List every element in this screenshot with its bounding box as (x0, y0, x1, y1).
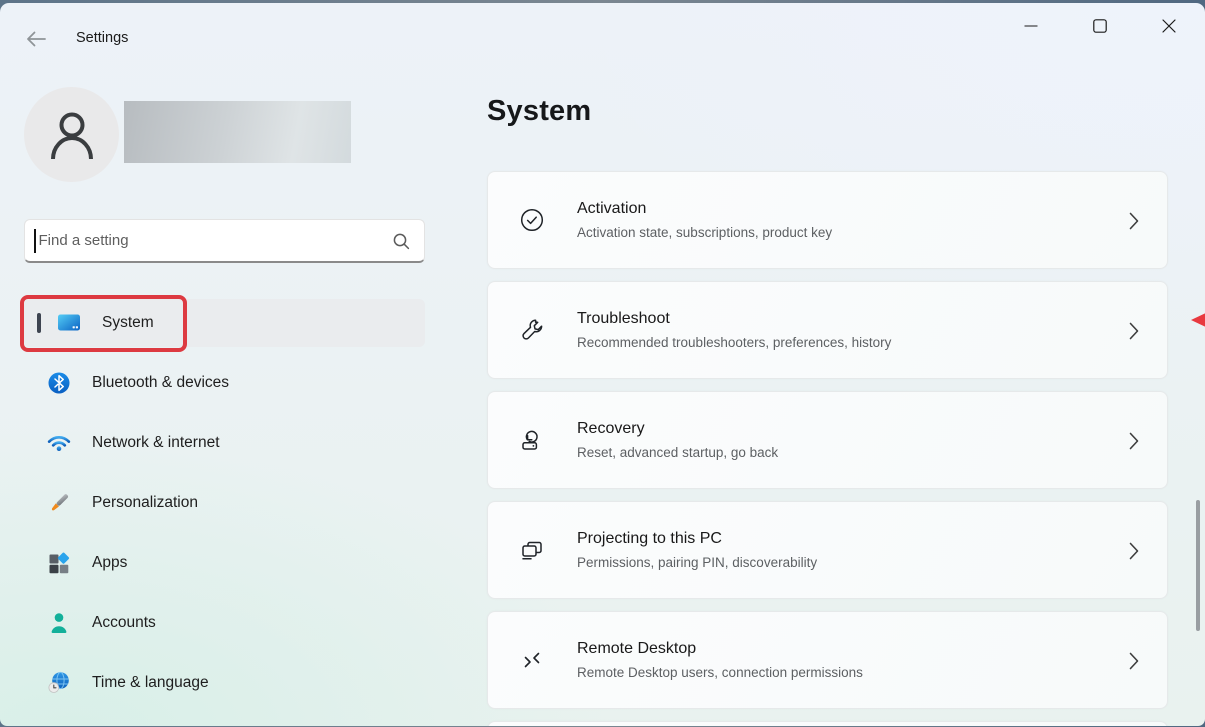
bluetooth-icon (46, 370, 72, 396)
vertical-scrollbar-thumb[interactable] (1196, 500, 1200, 631)
card-subtitle: Reset, advanced startup, go back (577, 445, 778, 460)
main-content: System Activation Activation state, subs… (487, 67, 1205, 726)
sidebar-item-label: Network & internet (92, 434, 220, 452)
card-troubleshoot[interactable]: Troubleshoot Recommended troubleshooters… (487, 281, 1168, 379)
user-name-redacted (124, 101, 351, 163)
recovery-icon (518, 426, 546, 454)
sidebar-item-apps[interactable]: Apps (24, 539, 425, 587)
sidebar-item-time-language[interactable]: Time & language (24, 659, 425, 707)
back-arrow-icon (25, 30, 47, 48)
wrench-icon (518, 316, 546, 344)
window-controls (1007, 5, 1193, 47)
card-subtitle: Permissions, pairing PIN, discoverabilit… (577, 555, 817, 570)
globe-clock-icon (46, 670, 72, 696)
card-activation[interactable]: Activation Activation state, subscriptio… (487, 171, 1168, 269)
projecting-icon (518, 536, 546, 564)
system-icon (56, 310, 82, 336)
card-recovery[interactable]: Recovery Reset, advanced startup, go bac… (487, 391, 1168, 489)
sidebar-item-personalization[interactable]: Personalization (24, 479, 425, 527)
card-title: Troubleshoot (577, 310, 891, 328)
chevron-right-icon (1127, 651, 1141, 671)
card-title: Projecting to this PC (577, 530, 817, 548)
wifi-icon (46, 430, 72, 456)
app-title: Settings (76, 30, 128, 46)
search-box[interactable] (24, 219, 425, 263)
sidebar-item-network-internet[interactable]: Network & internet (24, 419, 425, 467)
person-outline-icon (49, 110, 95, 160)
maximize-button[interactable] (1076, 5, 1124, 47)
close-button[interactable] (1145, 5, 1193, 47)
card-title: Activation (577, 200, 832, 218)
sidebar-item-bluetooth-devices[interactable]: Bluetooth & devices (24, 359, 425, 407)
chevron-right-icon (1127, 211, 1141, 231)
card-title: Recovery (577, 420, 778, 438)
sidebar-item-label: System (102, 314, 154, 332)
chevron-right-icon (1127, 431, 1141, 451)
settings-window: Settings (0, 3, 1205, 726)
arrow-head (1191, 311, 1205, 329)
sidebar-item-label: Personalization (92, 494, 198, 512)
card-title: Remote Desktop (577, 640, 863, 658)
sidebar-nav: System Bluetooth & devices (24, 299, 425, 719)
user-avatar[interactable] (24, 87, 119, 182)
back-button[interactable] (18, 23, 54, 55)
card-projecting[interactable]: Projecting to this PC Permissions, pairi… (487, 501, 1168, 599)
sidebar-item-label: Apps (92, 554, 127, 572)
card-remote-desktop[interactable]: Remote Desktop Remote Desktop users, con… (487, 611, 1168, 709)
sidebar-item-label: Accounts (92, 614, 156, 632)
page-title: System (487, 95, 591, 128)
card-subtitle: Remote Desktop users, connection permiss… (577, 665, 863, 680)
card-subtitle: Activation state, subscriptions, product… (577, 225, 832, 240)
chevron-right-icon (1127, 321, 1141, 341)
card-partial[interactable] (487, 721, 1168, 726)
apps-icon (46, 550, 72, 576)
person-icon (46, 610, 72, 636)
chevron-right-icon (1127, 541, 1141, 561)
card-subtitle: Recommended troubleshooters, preferences… (577, 335, 891, 350)
sidebar: System Bluetooth & devices (0, 67, 450, 726)
sidebar-item-accounts[interactable]: Accounts (24, 599, 425, 647)
minimize-button[interactable] (1007, 5, 1055, 47)
close-icon (1161, 18, 1177, 34)
activation-check-icon (518, 206, 546, 234)
search-input[interactable] (36, 232, 393, 249)
sidebar-item-label: Bluetooth & devices (92, 374, 229, 392)
search-icon (392, 232, 410, 250)
sidebar-item-label: Time & language (92, 674, 209, 692)
sidebar-item-system[interactable]: System (24, 299, 425, 347)
minimize-icon (1023, 18, 1039, 34)
maximize-icon (1092, 18, 1108, 34)
remote-desktop-icon (518, 646, 546, 674)
titlebar: Settings (0, 3, 1205, 67)
paintbrush-icon (46, 490, 72, 516)
settings-card-list: Activation Activation state, subscriptio… (487, 171, 1168, 726)
